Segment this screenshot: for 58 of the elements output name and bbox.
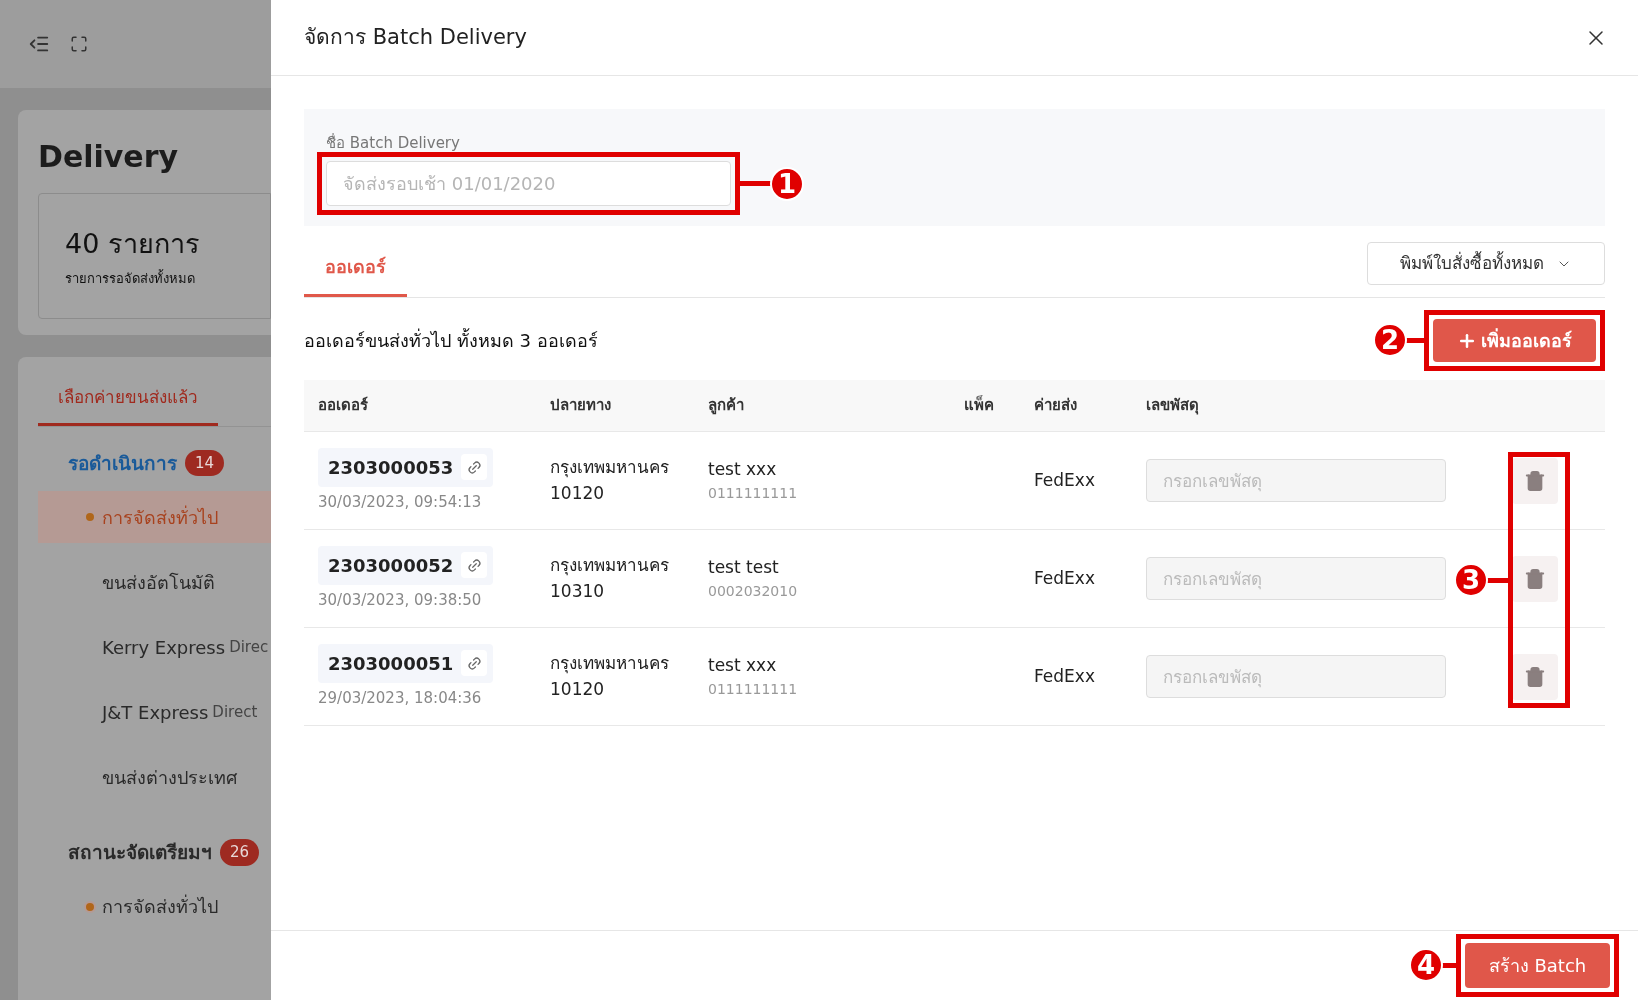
sidebar-item[interactable]: ขนส่งต่างประเทศ bbox=[38, 751, 271, 803]
order-datetime: 30/03/2023, 09:38:50 bbox=[318, 589, 483, 611]
destination-text: 10120 bbox=[550, 481, 606, 505]
customer-phone: 0111111111 bbox=[708, 483, 799, 503]
carrier-text: FedExx bbox=[1034, 664, 1096, 688]
trash-icon bbox=[1524, 469, 1546, 492]
destination-text: 10120 bbox=[550, 677, 606, 701]
column-header: ออเดอร์ bbox=[317, 395, 369, 417]
tracking-field[interactable]: กรอกเลขพัสดุ bbox=[1146, 655, 1446, 698]
orders-tab[interactable]: ออเดอร์ bbox=[304, 253, 407, 297]
add-order-button[interactable]: เพิ่มออเดอร์ bbox=[1433, 319, 1596, 362]
summary-caption: รายการรอจัดส่งทั้งหมด bbox=[65, 268, 196, 288]
step-number: 2 bbox=[1373, 323, 1407, 357]
order-summary: ออเดอร์ขนส่งทั่วไป ทั้งหมด 3 ออเดอร์ bbox=[304, 327, 598, 353]
step-number: 1 bbox=[770, 166, 804, 201]
step-number: 3 bbox=[1454, 563, 1488, 597]
sidebar-item[interactable]: ขนส่งอัตโนมัติ bbox=[38, 556, 271, 608]
destination-text: กรุงเทพมหานคร bbox=[550, 554, 670, 578]
customer-name: test xxx bbox=[708, 458, 778, 482]
destination-text: กรุงเทพมหานคร bbox=[550, 652, 670, 676]
carrier-text: FedExx bbox=[1034, 566, 1096, 590]
order-datetime: 30/03/2023, 09:54:13 bbox=[318, 491, 483, 513]
delete-button[interactable] bbox=[1512, 653, 1558, 700]
column-header: ปลายทาง bbox=[550, 395, 612, 417]
column-header: แพ็ค bbox=[964, 394, 995, 417]
step-number: 4 bbox=[1409, 948, 1443, 982]
trash-icon bbox=[1524, 567, 1546, 590]
column-header: เลขพัสดุ bbox=[1146, 395, 1200, 417]
batch-name-field[interactable]: จัดส่งรอบเช้า 01/01/2020 bbox=[326, 160, 731, 206]
fullscreen-icon[interactable] bbox=[70, 35, 88, 53]
order-count: 40 รายการ bbox=[65, 227, 201, 261]
filter-tab[interactable]: เลือกค่ายขนส่งแล้ว bbox=[38, 385, 218, 426]
carrier-text: FedExx bbox=[1034, 468, 1096, 492]
customer-phone: 0111111111 bbox=[708, 679, 799, 699]
customer-phone: 0002032010 bbox=[708, 581, 799, 601]
customer-name: test xxx bbox=[708, 654, 778, 678]
count-badge: 14 bbox=[185, 449, 225, 476]
delete-button[interactable] bbox=[1512, 555, 1558, 602]
drawer-title: จัดการ Batch Delivery bbox=[304, 23, 527, 51]
delete-button[interactable] bbox=[1512, 457, 1558, 504]
sidebar-item[interactable]: J&T Express Direct bbox=[38, 686, 271, 738]
tracking-field[interactable]: กรอกเลขพัสดุ bbox=[1146, 459, 1446, 502]
column-header: ค่ายส่ง bbox=[1034, 395, 1078, 417]
trash-icon bbox=[1524, 665, 1546, 688]
create-batch-button[interactable]: สร้าง Batch bbox=[1465, 943, 1610, 988]
tracking-field[interactable]: กรอกเลขพัสดุ bbox=[1146, 557, 1446, 600]
count-badge: 26 bbox=[220, 839, 260, 866]
destination-text: กรุงเทพมหานคร bbox=[550, 456, 670, 480]
destination-text: 10310 bbox=[550, 579, 606, 603]
customer-name: test test bbox=[708, 556, 780, 580]
column-header: ลูกค้า bbox=[708, 395, 745, 417]
sidebar-item[interactable]: Kerry Express Direc bbox=[38, 621, 271, 673]
sidebar-item[interactable]: การจัดส่งทั่วไป bbox=[38, 880, 271, 933]
print-dropdown[interactable]: พิมพ์ใบสั่งซื้อทั้งหมด bbox=[1367, 242, 1605, 285]
field-label: ชื่อ Batch Delivery bbox=[326, 132, 461, 154]
page-title: Delivery bbox=[38, 138, 180, 176]
group-title[interactable]: สถานะจัดเตรียมฯ bbox=[68, 838, 212, 867]
order-datetime: 29/03/2023, 18:04:36 bbox=[318, 687, 483, 709]
